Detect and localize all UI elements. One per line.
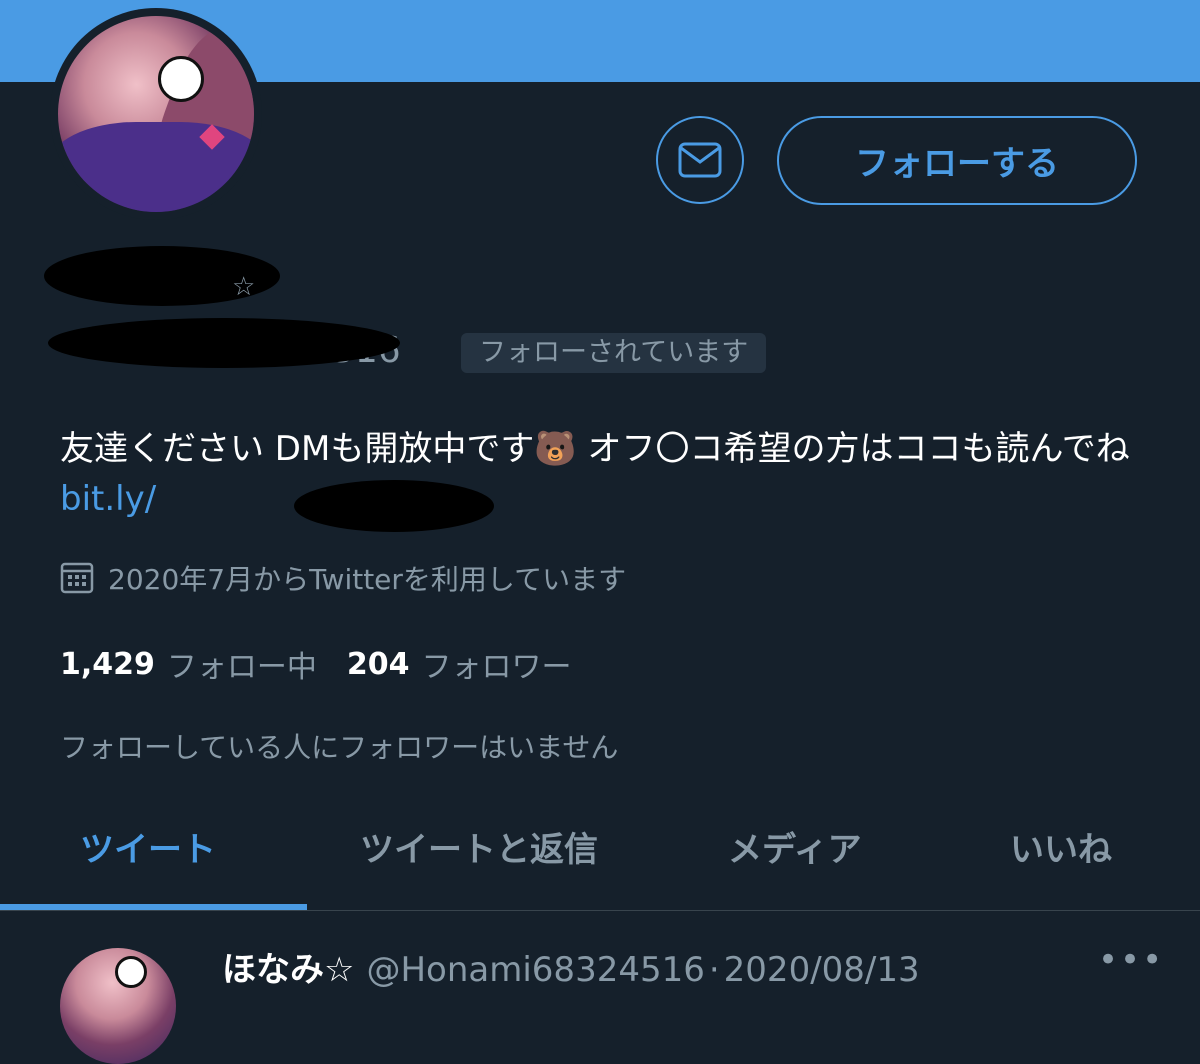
tab-likes[interactable]: いいね (1010, 822, 1112, 871)
message-button[interactable] (656, 116, 744, 204)
mutual-followers-note: フォローしている人にフォロワーはいません (60, 731, 619, 764)
tweet-separator: · (708, 950, 720, 990)
following-count[interactable]: 1,429 (60, 647, 155, 682)
joined-date: 2020年7月からTwitterを利用しています (60, 558, 626, 598)
profile-avatar[interactable] (50, 8, 262, 220)
bio-text: 友達ください DMも開放中です🐻 オフ〇コ希望の方はココも読んでね (60, 429, 1130, 469)
tabs-divider (0, 910, 1200, 911)
follow-button[interactable]: フォローする (777, 116, 1137, 205)
followers-count[interactable]: 204 (347, 647, 410, 682)
redacted-handle (48, 318, 400, 368)
display-name: ☆ (232, 272, 256, 302)
bio-link[interactable]: bit.ly/ (60, 479, 156, 519)
profile-bio: 友達ください DMも開放中です🐻 オフ〇コ希望の方はココも読んでね bit.ly/ (60, 424, 1160, 524)
follow-stats: 1,429 フォロー中 204 フォロワー (60, 642, 602, 686)
avatar-image (58, 16, 254, 212)
tweet-author-name[interactable]: ほなみ☆ (222, 942, 354, 991)
tweet-avatar[interactable] (60, 948, 176, 1064)
tab-media[interactable]: メディア (728, 822, 862, 871)
follow-button-label: フォローする (855, 144, 1059, 184)
envelope-icon (678, 142, 722, 178)
more-options-icon[interactable]: ••• (1098, 940, 1164, 980)
tweet-date[interactable]: 2020/08/13 (724, 950, 920, 990)
follows-you-badge: フォローされています (461, 333, 767, 373)
tab-tweets-replies[interactable]: ツイートと返信 (360, 822, 598, 871)
following-label[interactable]: フォロー中 (167, 642, 317, 686)
calendar-icon (60, 562, 94, 594)
tab-tweets[interactable]: ツイート (80, 822, 216, 871)
redacted-link (294, 480, 494, 532)
followers-label[interactable]: フォロワー (422, 642, 572, 686)
joined-text: 2020年7月からTwitterを利用しています (108, 563, 627, 596)
tweet-header: ほなみ☆ @Honami68324516 · 2020/08/13 (222, 942, 920, 991)
tweet-author-handle[interactable]: @Honami68324516 (366, 950, 704, 990)
